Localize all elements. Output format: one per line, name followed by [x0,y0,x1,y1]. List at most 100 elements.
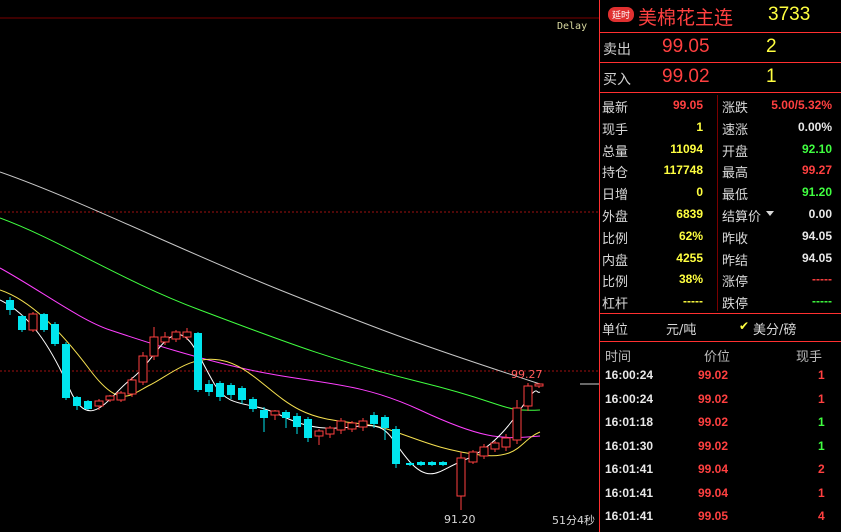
stat-label: 现手 [602,122,629,138]
tick-row: 16:00:24 99.02 1 [600,364,841,388]
tick-row: 16:01:41 99.05 4 [600,505,841,529]
stat-label: 速涨 [722,122,749,138]
stat-label: 持仓 [602,166,629,182]
stat-value: 99.05 [672,98,703,112]
bid-row[interactable]: 买入 99.02 1 [600,63,841,93]
unit-value: 元/吨 [666,323,697,338]
high-price-label: 99.27 [511,368,543,381]
candle-body [358,420,368,428]
ticks-header-time: 时间 [605,350,632,365]
ma20-line [0,267,541,439]
tick-volume: 4 [818,509,825,523]
stat-label[interactable]: 结算价 [722,206,761,225]
ma60-line [0,171,541,385]
dropdown-icon[interactable] [766,211,774,216]
stat-label: 比例 [602,275,629,291]
contract-title: 美棉花主连 [638,7,734,29]
stat-row: 持仓 117748 [600,160,703,182]
candle-body [512,407,522,441]
stat-row: 总量 11094 [600,139,703,161]
stat-value: 11094 [670,141,703,156]
ma40-line [0,217,541,411]
stat-value: 0 [696,185,703,200]
candle-body [406,463,414,465]
ask-volume: 2 [766,36,777,57]
candle-body [18,316,26,330]
candle-body [51,324,59,344]
candle-body [62,344,70,398]
candle-body [523,385,533,407]
ma10-line [0,289,541,457]
candle-body [127,379,137,395]
candle-body [490,442,500,450]
stat-value: 92.10 [801,141,832,156]
candle-body [336,420,346,431]
tick-price: 99.04 [698,485,729,500]
tick-time: 16:01:18 [605,415,654,429]
candle-body [501,437,511,448]
stat-value: 91.20 [801,185,832,200]
tick-price: 99.04 [698,462,729,476]
ma5-line [0,299,541,475]
candle-body [479,446,489,457]
ticks-header-price: 价位 [704,350,731,365]
candle-body [73,397,81,406]
tick-price: 99.02 [698,391,729,406]
stat-value: ----- [683,294,703,309]
tick-volume: 1 [818,391,825,406]
bid-price: 99.02 [662,66,710,87]
stat-value: 62% [678,228,703,243]
tick-price: 99.02 [698,368,729,382]
contract-code: 3733 [768,4,811,25]
candle-body [428,462,436,465]
tick-row: 16:01:41 99.04 1 [600,482,841,506]
tick-volume: 1 [818,415,825,429]
stat-row: 外盘 6839 [600,204,703,226]
kline-chart[interactable]: Delay 99.27 91.20 51分4秒 [0,0,599,532]
candle-body [6,300,14,310]
stat-value: 99.27 [801,163,832,178]
stat-row: 昨收 94.05 [720,226,832,248]
candle-body [293,416,301,427]
stat-label: 最新 [602,101,629,116]
tick-time: 16:01:41 [605,462,654,476]
candle-body [260,410,268,418]
ticks-list[interactable]: 16:00:24 99.02 1 16:00:24 99.02 1 16:01:18 99.0… [600,364,841,529]
currency-toggle[interactable]: 美分/磅 [753,319,796,338]
candle-body [439,462,447,465]
stat-row: 比例 62% [600,226,703,248]
stat-row: 最新 99.05 [600,95,703,117]
stats-grid: 最新 99.05 现手 1 总量 11094 持仓 117748 日增 0 外盘 6839 比例 62% 内… [600,93,841,314]
stat-label: 外盘 [602,210,629,225]
tick-price: 99.05 [698,509,729,523]
low-price-label: 91.20 [444,513,476,526]
bid-label: 买入 [603,72,631,88]
stat-row: 日增 0 [600,182,703,204]
stat-row: 现手 1 [600,117,703,139]
title-bar: 延时 美棉花主连 3733 [600,0,841,33]
stats-divider [717,95,718,311]
stat-value: 117748 [663,163,703,178]
ask-row[interactable]: 卖出 99.05 2 [600,33,841,63]
stat-row: 最低 91.20 [720,182,832,204]
tick-time: 16:01:41 [605,485,654,500]
stat-row: 昨结 94.05 [720,248,832,270]
candle-body [182,331,192,338]
stat-value: 38% [678,272,703,287]
candle-body [249,399,257,409]
stat-value: 1 [696,119,703,134]
delay-badge: 延时 [608,7,635,22]
stat-label: 杠杆 [602,297,629,313]
currency-checkbox[interactable]: ✔ [739,319,749,333]
candle-body [105,395,115,401]
stat-value: ----- [812,294,832,309]
candle-body [194,333,202,390]
stat-label: 总量 [602,144,629,160]
candle-body [171,331,181,340]
kline-svg[interactable] [0,0,599,532]
candle-body [84,401,92,409]
tick-time: 16:00:24 [605,391,654,406]
ask-price: 99.05 [662,36,710,57]
tick-row: 16:01:41 99.04 2 [600,458,841,482]
ticks-header: 时间 价位 现手 [600,342,841,365]
